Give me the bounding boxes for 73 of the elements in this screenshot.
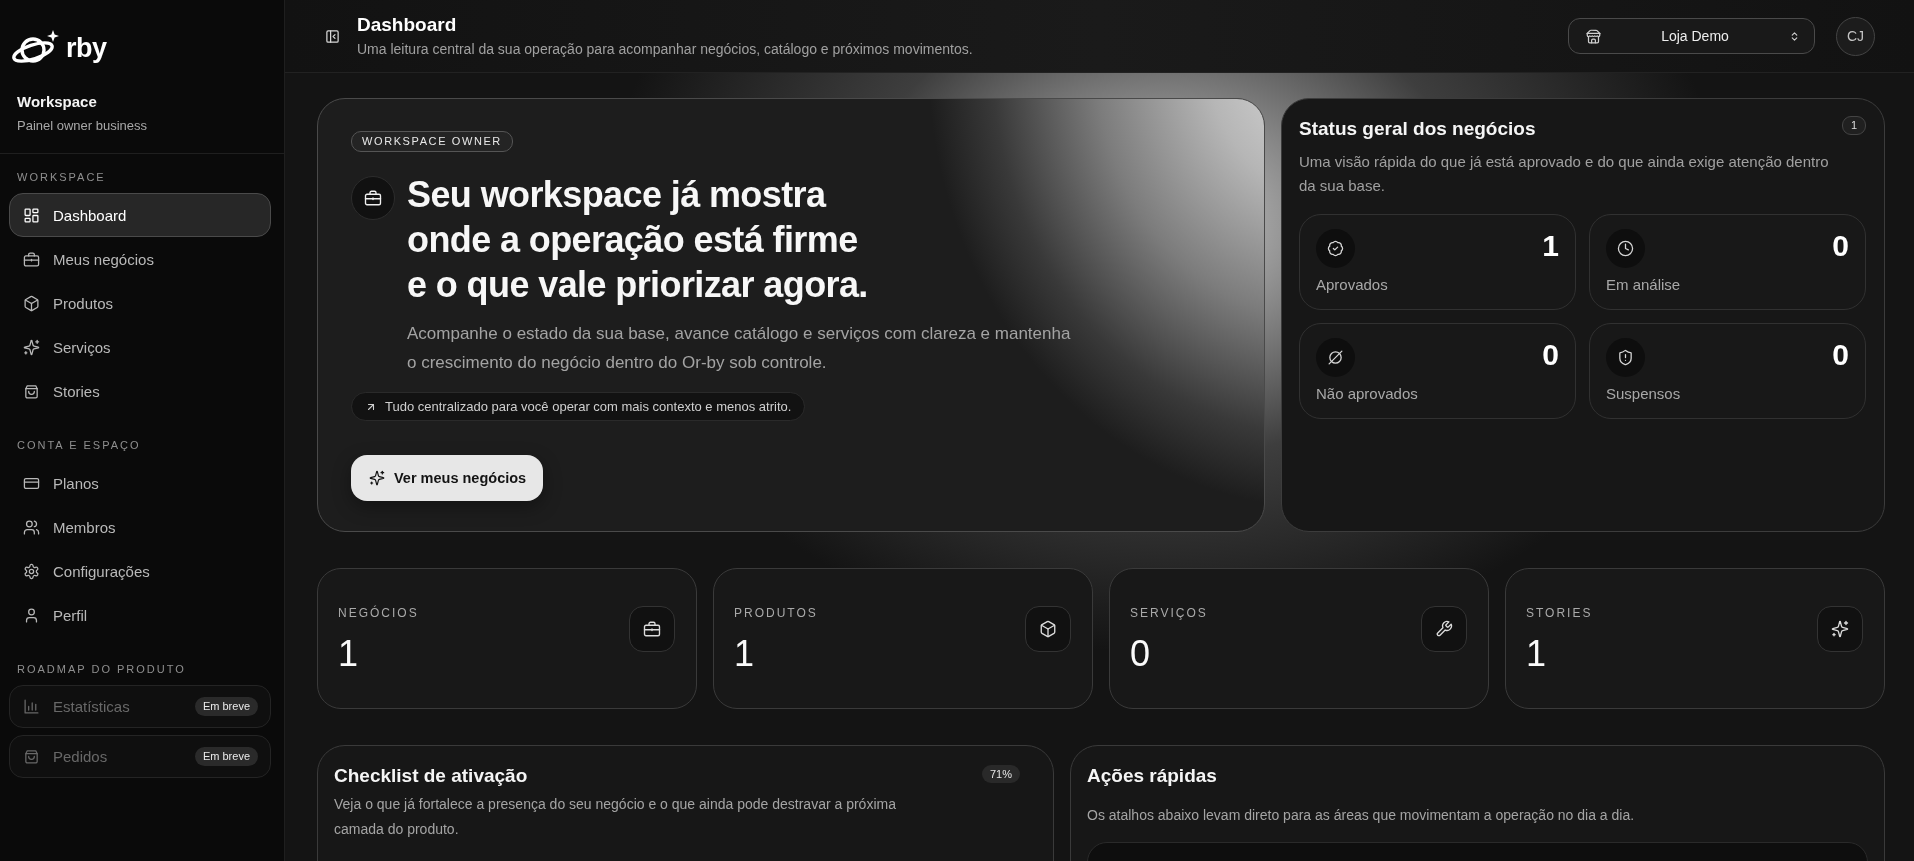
- status-label: Em análise: [1606, 275, 1681, 295]
- settings-icon: [23, 562, 40, 580]
- badge-check-icon: [1316, 229, 1355, 268]
- store-icon: [1586, 28, 1601, 44]
- sidebar-item[interactable]: Stories: [9, 369, 271, 413]
- users-icon: [23, 518, 40, 536]
- info-text: Tudo centralizado para você operar com mais contexto e menos atrito.: [385, 399, 792, 414]
- page-title: Dashboard: [357, 14, 458, 36]
- status-label: Aprovados: [1316, 275, 1388, 295]
- box-icon: [1025, 606, 1071, 652]
- hero-heading: Seu workspace já mostra onde a operação está firme e o que vale priorizar agora.: [407, 173, 868, 307]
- progress-badge: 71%: [981, 765, 1020, 783]
- bar-chart-icon: [23, 698, 40, 715]
- section-label: WORKSPACE: [16, 170, 107, 184]
- sparkles-icon: [1817, 606, 1863, 652]
- sidebar-item[interactable]: Produtos: [9, 281, 271, 325]
- clock-icon: [1606, 229, 1645, 268]
- status-value: 1: [1542, 229, 1559, 263]
- workspace-title: Workspace: [17, 92, 98, 112]
- checklist-description: Veja o que já fortalece a presença do seu negócio e o que ainda pode destravar a próxima camada do produto.: [334, 795, 897, 839]
- role-badge: WORKSPACE OWNER: [351, 131, 513, 152]
- workspace-subtitle: Painel owner business: [17, 117, 149, 135]
- stat-label: NEGÓCIOS: [338, 606, 419, 620]
- status-value: 0: [1542, 338, 1559, 372]
- stat-label: PRODUTOS: [734, 606, 818, 620]
- stat-value: 0: [1130, 634, 1151, 674]
- stat-value: 1: [1526, 634, 1547, 674]
- wrench-icon: [1421, 606, 1467, 652]
- primary-button[interactable]: Ver meus negócios: [351, 455, 544, 501]
- section-label: CONTA E ESPAÇO: [16, 438, 142, 452]
- count-badge: 1: [1841, 116, 1866, 135]
- status-description: Uma visão rápida do que já está aprovado e do que ainda exige atenção dentro da sua base.: [1299, 152, 1830, 196]
- panel-icon[interactable]: [325, 28, 340, 44]
- avatar[interactable]: CJ: [1836, 16, 1875, 56]
- sidebar-item[interactable]: Planos: [9, 461, 271, 505]
- box-icon: [23, 294, 40, 312]
- sidebar-item[interactable]: Serviços: [9, 325, 271, 369]
- sidebar-item[interactable]: Membros: [9, 505, 271, 549]
- bag-icon: [23, 748, 40, 765]
- stat-label: SERVIÇOS: [1130, 606, 1208, 620]
- bag-icon: [23, 382, 40, 400]
- status-value: 0: [1832, 338, 1849, 372]
- sidebar-item[interactable]: Dashboard: [9, 193, 271, 237]
- sparkles-icon: [23, 338, 40, 356]
- chevrons-icon: [1789, 30, 1800, 42]
- briefcase-icon: [629, 606, 675, 652]
- sidebar-item[interactable]: Meus negócios: [9, 237, 271, 281]
- sparkles-icon: [369, 470, 385, 486]
- status-value: 0: [1832, 229, 1849, 263]
- slashed-circle-icon: [1316, 338, 1355, 377]
- status-title: Status geral dos negócios: [1299, 117, 1536, 141]
- quick-actions-title: Ações rápidas: [1087, 764, 1218, 788]
- section-label: ROADMAP DO PRODUTO: [16, 662, 187, 676]
- stat-label: STORIES: [1526, 606, 1593, 620]
- soon-badge: Em breve: [194, 697, 258, 716]
- briefcase-icon: [23, 250, 40, 268]
- checklist-title: Checklist de ativação: [334, 764, 528, 788]
- page-subtitle: Uma leitura central da sua operação para acompanhar negócios, catálogo e próximos movimentos.: [357, 40, 974, 58]
- shield-alert-icon: [1606, 338, 1645, 377]
- status-label: Não aprovados: [1316, 384, 1418, 404]
- sidebar-item[interactable]: Perfil: [9, 593, 271, 637]
- stat-value: 1: [734, 634, 755, 674]
- soon-badge: Em breve: [194, 747, 258, 766]
- hero-description: Acompanhe o estado da sua base, avance catálogo e serviços com clareza e mantenha o crescimento do negócio dentro do Or-by sob controle.: [407, 323, 1072, 374]
- stat-value: 1: [338, 634, 359, 674]
- briefcase-icon: [351, 176, 395, 220]
- store-selector[interactable]: Loja Demo: [1568, 18, 1815, 54]
- quick-actions-description: Os atalhos abaixo levam direto para as áreas que movimentam a operação no dia a dia.: [1087, 806, 1636, 825]
- logo-text: rby: [66, 31, 107, 64]
- user-icon: [23, 606, 40, 624]
- sidebar-item[interactable]: Configurações: [9, 549, 271, 593]
- grid-icon: [23, 206, 40, 224]
- status-label: Suspensos: [1606, 384, 1681, 404]
